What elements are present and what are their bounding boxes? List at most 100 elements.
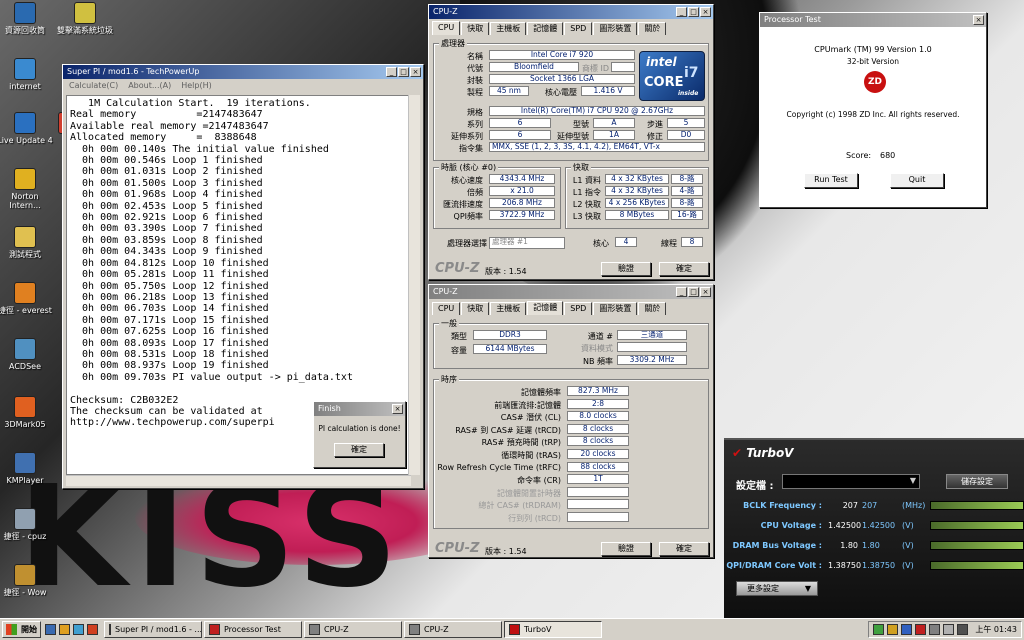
value-slider[interactable] <box>930 541 1024 550</box>
tray-icon[interactable] <box>915 624 927 635</box>
minimize-button[interactable]: _ <box>676 287 687 297</box>
quicklaunch-icon[interactable] <box>87 624 98 635</box>
menu-help[interactable]: Help(H) <box>181 79 212 92</box>
quicklaunch-icon[interactable] <box>59 624 70 635</box>
save-profile-button[interactable]: 儲存設定 <box>946 474 1008 489</box>
minimize-button[interactable]: _ <box>676 7 687 17</box>
tray-icon[interactable] <box>873 624 885 635</box>
tab-mainboard[interactable]: 主機板 <box>490 302 527 315</box>
run-test-button[interactable]: Run Test <box>804 173 858 188</box>
processor-test-window[interactable]: Processor Test × CPUmark (TM) 99 Version… <box>759 12 987 208</box>
minimize-button[interactable]: _ <box>386 67 397 77</box>
menu-about[interactable]: About...(A) <box>128 79 171 92</box>
start-button[interactable]: 開始 <box>2 621 41 638</box>
intel-logo-core: CORE <box>644 75 684 90</box>
ext-model-label: 延伸型號 <box>557 132 589 141</box>
ok-button[interactable]: 確定 <box>659 542 709 556</box>
channels-label: 通道 # <box>587 332 613 341</box>
tab-graphics[interactable]: 圖形裝置 <box>593 302 638 315</box>
ok-button[interactable]: 確定 <box>659 262 709 276</box>
close-button[interactable]: × <box>700 7 711 17</box>
quicklaunch-icon[interactable] <box>45 624 56 635</box>
vertical-scrollbar[interactable] <box>408 95 420 475</box>
desktop-icon[interactable]: 捷徑 - everest <box>0 282 54 315</box>
superpi-titlebar[interactable]: Super PI / mod1.6 - TechPowerUp _ □ × <box>63 65 423 79</box>
tray-icon[interactable] <box>943 624 955 635</box>
tab-about[interactable]: 關於 <box>638 22 667 35</box>
app-icon <box>74 2 96 24</box>
tab-cache[interactable]: 快取 <box>461 302 490 315</box>
cpuz2-titlebar[interactable]: CPU-Z _ □ × <box>429 285 713 299</box>
turbov-row: QPI/DRAM Core Volt : 1.38750 1.38750 (V) <box>724 557 1024 575</box>
desktop-icon[interactable]: ACDSee <box>0 338 54 371</box>
value-slider[interactable] <box>930 561 1024 570</box>
taskbar-button[interactable]: Processor Test <box>204 621 302 638</box>
cpuz-cpu-window[interactable]: CPU-Z _ □ × CPU 快取 主機板 記憶體 SPD 圖形裝置 關於 處… <box>428 4 714 280</box>
close-button[interactable]: × <box>700 287 711 297</box>
processor-select[interactable]: 處理器 #1 <box>489 237 565 249</box>
tab-cpu[interactable]: CPU <box>432 302 461 315</box>
tab-mainboard[interactable]: 主機板 <box>490 22 527 35</box>
tray-icon[interactable] <box>929 624 941 635</box>
desktop-icon[interactable]: 資源回收筒 <box>0 2 54 35</box>
desktop-icon[interactable]: internet <box>0 58 54 91</box>
model-value: A <box>593 118 635 128</box>
value-slider[interactable] <box>930 501 1024 510</box>
profile-dropdown[interactable]: ▼ <box>782 474 920 489</box>
tab-cache[interactable]: 快取 <box>461 22 490 35</box>
proctest-titlebar[interactable]: Processor Test × <box>760 13 986 27</box>
tab-memory[interactable]: 記憶體 <box>527 22 564 35</box>
close-button[interactable]: × <box>410 67 421 77</box>
turbov-row: CPU Voltage : 1.42500 1.42500 (V) <box>724 517 1024 535</box>
desktop-icon[interactable]: KMPlayer <box>0 452 54 485</box>
menu-calculate[interactable]: Calculate(C) <box>69 79 118 92</box>
tab-cpu[interactable]: CPU <box>432 21 461 35</box>
value-slider[interactable] <box>930 521 1024 530</box>
family-label: 系列 <box>467 120 483 129</box>
tab-about[interactable]: 關於 <box>638 302 667 315</box>
desktop-icon[interactable]: 捷徑 - cpuz <box>0 508 54 541</box>
instructions-value: MMX, SSE (1, 2, 3, 3S, 4.1, 4.2), EM64T,… <box>489 142 705 152</box>
close-button[interactable]: × <box>973 15 984 25</box>
horizontal-scrollbar[interactable] <box>66 475 411 486</box>
desktop-icon[interactable]: 測試程式 <box>0 226 54 259</box>
maximize-button[interactable]: □ <box>688 287 699 297</box>
taskbar-button[interactable]: TurboV <box>504 621 602 638</box>
volume-icon[interactable] <box>957 624 969 635</box>
desktop-icon[interactable]: 3DMark05 <box>0 396 54 429</box>
finish-dialog[interactable]: Finish × PI calculation is done! 確定 <box>313 401 406 468</box>
tray-icon[interactable] <box>901 624 913 635</box>
unit-label: (V) <box>902 521 914 530</box>
taskbar-button[interactable]: CPU-Z <box>404 621 502 638</box>
taskbar-button[interactable]: CPU-Z <box>304 621 402 638</box>
desktop-icon[interactable]: 捷徑 - Wow <box>0 564 54 597</box>
cpuz-memory-window[interactable]: CPU-Z _ □ × CPU 快取 主機板 記憶體 SPD 圖形裝置 關於 一… <box>428 284 714 558</box>
current-value: 207 <box>842 501 858 510</box>
tray-icon[interactable] <box>887 624 899 635</box>
finish-titlebar[interactable]: Finish × <box>314 402 405 416</box>
desktop-icon-label: 測試程式 <box>9 250 41 259</box>
maximize-button[interactable]: □ <box>398 67 409 77</box>
tab-graphics[interactable]: 圖形裝置 <box>593 22 638 35</box>
turbov-window[interactable]: ✔ TurboV 設定檔 : ▼ 儲存設定 更多設定 ▼ BCLK Freque… <box>724 438 1024 618</box>
validate-button[interactable]: 驗證 <box>601 262 651 276</box>
validate-button[interactable]: 驗證 <box>601 542 651 556</box>
instructions-label: 指令集 <box>459 144 483 153</box>
finish-ok-button[interactable]: 確定 <box>334 443 384 457</box>
tab-spd[interactable]: SPD <box>564 302 593 315</box>
cpuz2-version: 版本 : 1.54 <box>485 547 527 556</box>
close-button[interactable]: × <box>392 404 403 414</box>
more-settings-button[interactable]: 更多設定 ▼ <box>736 581 818 596</box>
maximize-button[interactable]: □ <box>688 7 699 17</box>
quit-button[interactable]: Quit <box>890 173 944 188</box>
taskbar-button[interactable]: Super PI / mod1.6 - ... <box>104 621 202 638</box>
quicklaunch-icon[interactable] <box>73 624 84 635</box>
tab-memory[interactable]: 記憶體 <box>527 301 564 315</box>
app-icon <box>14 396 36 418</box>
timing-label: RAS# 到 CAS# 延遲 (tRCD) <box>455 425 561 435</box>
tab-spd[interactable]: SPD <box>564 22 593 35</box>
desktop-icon[interactable]: 雙擊滿系統垃圾 <box>56 2 114 35</box>
desktop-icon[interactable]: Norton Intern... <box>0 168 54 210</box>
superpi-window[interactable]: Super PI / mod1.6 - TechPowerUp _ □ × Ca… <box>62 64 424 489</box>
cpuz1-titlebar[interactable]: CPU-Z _ □ × <box>429 5 713 19</box>
